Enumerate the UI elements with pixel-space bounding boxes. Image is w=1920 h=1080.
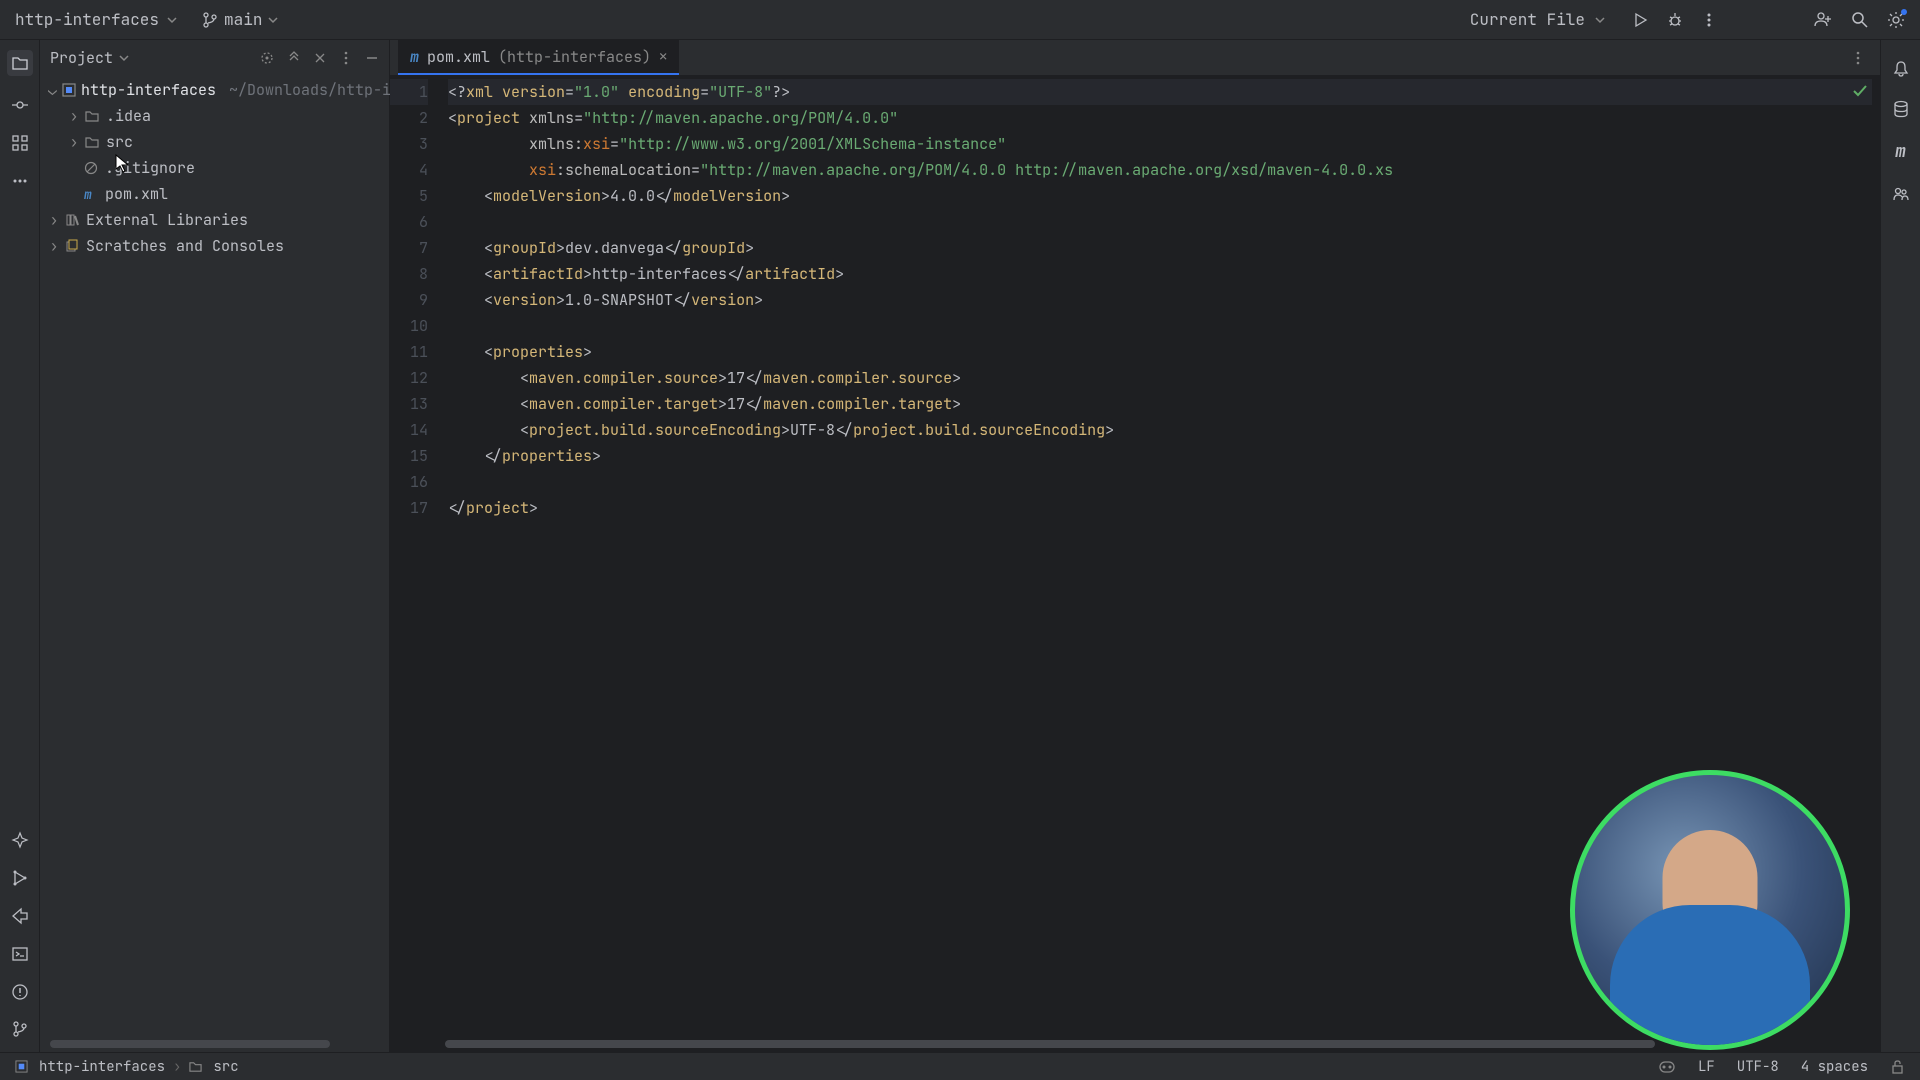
tree-root-label: http-interfaces	[81, 80, 216, 100]
scratches-icon	[65, 239, 81, 253]
copilot-status-button[interactable]	[1658, 1058, 1676, 1076]
chevron-down-icon	[167, 15, 177, 25]
tab-menu-button[interactable]	[1836, 40, 1880, 75]
tree-item-label: External Libraries	[86, 210, 248, 230]
inspection-ok-icon[interactable]	[1852, 83, 1868, 103]
panel-options-button[interactable]	[339, 51, 353, 65]
chevron-right-icon: ›	[48, 210, 60, 230]
editor-tabs: m pom.xml (http-interfaces) ✕	[390, 40, 1880, 75]
chevron-right-icon: ›	[173, 1058, 181, 1076]
chevron-right-icon: ›	[68, 132, 80, 152]
tree-item-label: src	[106, 132, 133, 152]
close-tab-button[interactable]: ✕	[659, 48, 667, 66]
project-dropdown[interactable]: http-interfaces	[15, 9, 177, 30]
project-panel: Project ⌄ http-interfaces ~/Downloads/ht…	[40, 40, 390, 1052]
settings-badge	[1901, 9, 1907, 15]
project-name-label: http-interfaces	[15, 9, 159, 30]
collapse-all-button[interactable]	[313, 51, 327, 65]
database-tool-button[interactable]	[1892, 100, 1910, 118]
debug-button[interactable]	[1667, 12, 1683, 28]
maven-icon: m	[84, 186, 100, 203]
tree-item-label: Scratches and Consoles	[86, 236, 284, 256]
structure-tool-button[interactable]	[11, 134, 29, 152]
search-button[interactable]	[1851, 11, 1869, 29]
tree-item-pom[interactable]: m pom.xml	[40, 181, 389, 207]
more-tool-button[interactable]	[11, 172, 29, 190]
readonly-toggle-button[interactable]	[1890, 1059, 1905, 1074]
navigation-breadcrumb[interactable]: http-interfaces › src	[15, 1058, 239, 1076]
vcs-tool-button[interactable]	[12, 1021, 28, 1037]
encoding-status[interactable]: UTF-8	[1737, 1058, 1779, 1076]
branch-icon	[202, 12, 218, 28]
folder-icon	[85, 109, 101, 123]
module-icon	[62, 83, 76, 97]
ai-tool-button[interactable]	[11, 831, 29, 849]
commit-tool-button[interactable]	[11, 96, 29, 114]
tab-context: (http-interfaces)	[498, 47, 651, 67]
tree-item-src[interactable]: › src	[40, 129, 389, 155]
maven-tool-button[interactable]: m	[1895, 140, 1906, 163]
library-icon	[65, 213, 81, 227]
vcs-branch-dropdown[interactable]: main	[202, 9, 278, 30]
right-tool-rail: m	[1880, 40, 1920, 1052]
notifications-button[interactable]	[1892, 60, 1910, 78]
settings-button[interactable]	[1887, 11, 1905, 29]
tree-scratches[interactable]: › Scratches and Consoles	[40, 233, 389, 259]
problems-tool-button[interactable]	[11, 983, 29, 1001]
tree-item-label: .idea	[106, 106, 151, 126]
module-icon	[15, 1060, 31, 1073]
top-bar: http-interfaces main Current File	[0, 0, 1920, 40]
collaboration-tool-button[interactable]	[1892, 185, 1910, 203]
hide-panel-button[interactable]	[365, 51, 379, 65]
chevron-right-icon: ›	[48, 236, 60, 256]
panel-scrollbar[interactable]	[50, 1040, 330, 1048]
tree-item-gitignore[interactable]: .gitignore	[40, 155, 389, 181]
run-config-dropdown[interactable]: Current File	[1470, 9, 1605, 30]
left-tool-rail	[0, 40, 40, 1052]
breadcrumb-root: http-interfaces	[39, 1058, 165, 1076]
branch-label: main	[224, 9, 262, 30]
build-tool-button[interactable]	[11, 907, 29, 925]
chevron-right-icon: ›	[68, 106, 80, 126]
status-bar: http-interfaces › src LF UTF-8 4 spaces	[0, 1052, 1920, 1080]
run-button[interactable]	[1633, 12, 1649, 28]
panel-title-label: Project	[50, 48, 113, 68]
tree-root[interactable]: ⌄ http-interfaces ~/Downloads/http-int	[40, 77, 389, 103]
project-tree[interactable]: ⌄ http-interfaces ~/Downloads/http-int ›…	[40, 75, 389, 261]
chevron-down-icon	[119, 53, 129, 63]
project-tool-button[interactable]	[7, 50, 33, 76]
gutter: 1234567891011121314151617	[390, 75, 440, 1052]
tree-root-path: ~/Downloads/http-int	[229, 80, 409, 100]
breadcrumb-child: src	[213, 1058, 238, 1076]
tree-item-idea[interactable]: › .idea	[40, 103, 389, 129]
code-with-me-button[interactable]	[1813, 10, 1833, 30]
webcam-overlay	[1570, 770, 1850, 1050]
expand-all-button[interactable]	[287, 51, 301, 65]
panel-title-dropdown[interactable]: Project	[50, 48, 129, 68]
tab-filename: pom.xml	[427, 47, 490, 67]
folder-icon	[85, 135, 101, 149]
tree-external-libraries[interactable]: › External Libraries	[40, 207, 389, 233]
editor-tab-pom[interactable]: m pom.xml (http-interfaces) ✕	[398, 40, 679, 75]
services-tool-button[interactable]	[11, 869, 29, 887]
folder-icon	[189, 1060, 205, 1073]
more-actions-button[interactable]	[1701, 12, 1717, 28]
chevron-down-icon	[268, 15, 278, 25]
tree-item-label: .gitignore	[105, 158, 195, 178]
line-separator-status[interactable]: LF	[1698, 1058, 1715, 1076]
chevron-down-icon: ⌄	[48, 80, 57, 100]
select-opened-file-button[interactable]	[259, 50, 275, 66]
terminal-tool-button[interactable]	[11, 945, 29, 963]
indent-status[interactable]: 4 spaces	[1801, 1058, 1868, 1076]
chevron-down-icon	[1595, 15, 1605, 25]
run-config-label: Current File	[1470, 9, 1585, 30]
gitignore-icon	[84, 161, 100, 175]
tree-item-label: pom.xml	[105, 184, 168, 204]
maven-icon: m	[410, 47, 419, 67]
